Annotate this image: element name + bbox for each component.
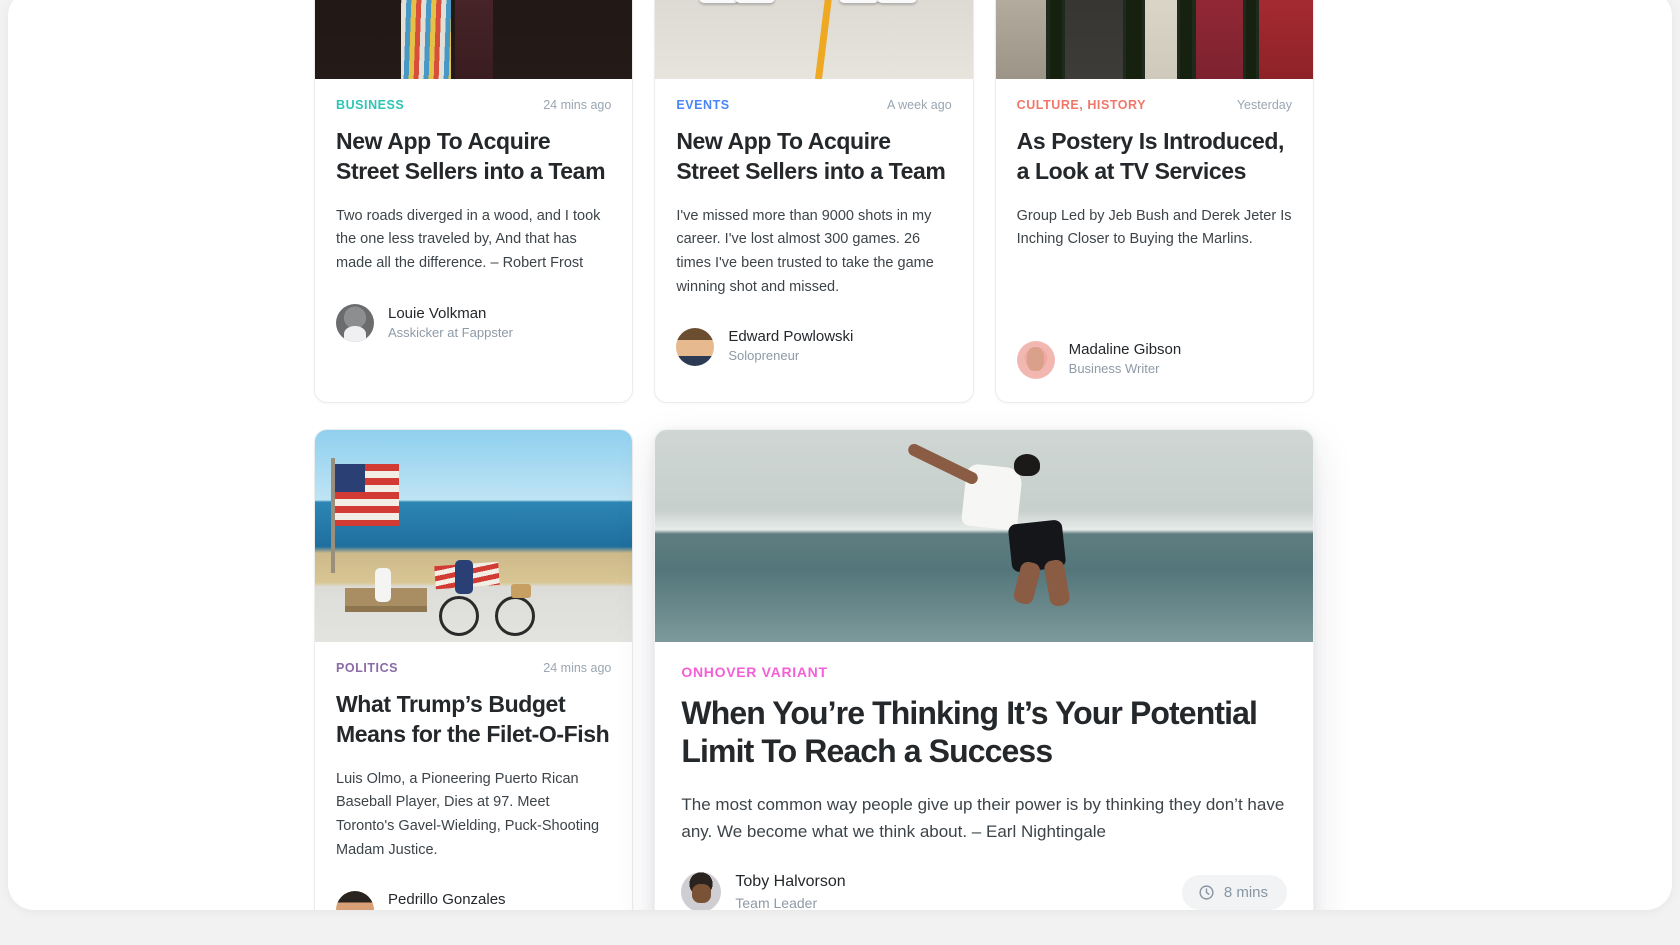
card-meta: POLITICS 24 mins ago <box>336 661 611 675</box>
author-role: Business Writer <box>1068 361 1160 377</box>
flag-canton <box>335 464 365 493</box>
card-meta: BUSINESS 24 mins ago <box>336 98 611 112</box>
author-role: Team Leader <box>735 894 818 910</box>
sneakers-photo <box>655 0 973 79</box>
read-time-badge[interactable]: 8 mins <box>1181 874 1287 910</box>
author-row[interactable]: Pedrillo Gonzales Professional Web Desin… <box>336 882 611 910</box>
avatar-pedrillo-gonzales <box>336 890 374 910</box>
author-role: Solopreneur <box>728 348 800 364</box>
article-card-business[interactable]: BUSINESS 24 mins ago New App To Acquire … <box>314 0 634 404</box>
card-headline[interactable]: As Postery Is Introduced, a Look at TV S… <box>1017 126 1292 187</box>
avatar-toby-halvorson <box>681 872 722 910</box>
article-card-events[interactable]: EVENTS A week ago New App To Acquire Str… <box>654 0 974 404</box>
timestamp: Yesterday <box>1236 98 1292 112</box>
photo-shoe-c <box>839 0 880 3</box>
author-text: Madaline Gibson Business Writer <box>1069 340 1182 379</box>
card-excerpt: Group Led by Jeb Bush and Derek Jeter Is… <box>1016 207 1292 248</box>
author-name: Edward Powlowski <box>728 328 854 346</box>
card-excerpt: The most common way people give up their… <box>681 794 1285 842</box>
surfer-jump-photo <box>655 430 1313 643</box>
avatar-louie-volkman <box>336 304 374 343</box>
author-text: Louie Volkman Asskicker at Fappster <box>388 304 513 343</box>
timestamp: 24 mins ago <box>543 98 612 112</box>
card-body: EVENTS A week ago New App To Acquire Str… <box>655 79 972 389</box>
photo-stripe <box>815 0 833 79</box>
article-card-grid: BUSINESS 24 mins ago New App To Acquire … <box>314 0 1314 910</box>
article-card-onhover-variant[interactable]: ONHOVER VARIANT When You’re Thinking It’… <box>654 429 1314 910</box>
author-row[interactable]: Toby Halvorson Team Leader <box>681 871 846 910</box>
card-row-top: BUSINESS 24 mins ago New App To Acquire … <box>314 0 1314 404</box>
surfer-head <box>1013 454 1040 477</box>
cyclist-figure <box>455 560 473 595</box>
poster-2 <box>1065 0 1123 79</box>
avatar-madaline-gibson <box>1016 340 1055 379</box>
avatar-edward-powlowski <box>676 327 715 366</box>
bench-leg <box>345 606 427 613</box>
flag-beach-photo <box>315 430 633 643</box>
card-body: CULTURE, HISTORY Yesterday As Postery Is… <box>996 79 1313 402</box>
card-headline[interactable]: What Trump’s Budget Means for the Filet-… <box>336 689 611 750</box>
category-label[interactable]: EVENTS <box>676 98 729 112</box>
card-meta: CULTURE, HISTORY Yesterday <box>1017 98 1292 112</box>
street-market-photo <box>315 0 633 79</box>
timestamp: A week ago <box>887 98 952 112</box>
poster-gap-4 <box>1246 0 1256 79</box>
author-text: Edward Powlowski Solopreneur <box>728 327 853 366</box>
author-bar: Toby Halvorson Team Leader 8 mins <box>681 871 1287 910</box>
bike-wheel-front <box>495 596 535 637</box>
author-row[interactable]: Madaline Gibson Business Writer <box>1016 272 1292 402</box>
surfer-arm <box>906 442 981 487</box>
card-body: POLITICS 24 mins ago What Trump’s Budget… <box>315 642 632 910</box>
poster-4 <box>1195 0 1244 79</box>
author-name: Madaline Gibson <box>1068 340 1182 358</box>
card-headline[interactable]: New App To Acquire Street Sellers into a… <box>676 126 951 187</box>
card-meta: EVENTS A week ago <box>676 98 951 112</box>
bike-basket <box>511 584 531 599</box>
photo-shoe-a <box>699 0 740 3</box>
article-card-culture[interactable]: CULTURE, HISTORY Yesterday As Postery Is… <box>994 0 1314 404</box>
card-excerpt: I've missed more than 9000 shots in my c… <box>676 207 934 295</box>
card-meta: ONHOVER VARIANT <box>681 664 1287 680</box>
photo-shoe-b <box>735 0 776 3</box>
poster-gap-1 <box>1049 0 1063 79</box>
page-frame: BUSINESS 24 mins ago New App To Acquire … <box>8 0 1672 910</box>
author-name: Pedrillo Gonzales <box>388 891 506 909</box>
card-excerpt: Two roads diverged in a wood, and I took… <box>336 207 601 271</box>
author-role: Asskicker at Fappster <box>388 324 513 340</box>
article-card-politics[interactable]: POLITICS 24 mins ago What Trump’s Budget… <box>314 429 634 910</box>
author-name: Louie Volkman <box>388 304 487 322</box>
poster-3 <box>1144 0 1177 79</box>
card-body: ONHOVER VARIANT When You’re Thinking It’… <box>655 642 1313 910</box>
author-row[interactable]: Louie Volkman Asskicker at Fappster <box>336 296 611 366</box>
card-headline[interactable]: When You’re Thinking It’s Your Potential… <box>681 694 1287 771</box>
author-row[interactable]: Edward Powlowski Solopreneur <box>676 319 951 389</box>
photo-shoe-d <box>877 0 918 3</box>
poster-gap-2 <box>1125 0 1142 79</box>
category-label[interactable]: POLITICS <box>336 661 398 675</box>
concert-posters-photo <box>995 0 1313 79</box>
category-label[interactable]: ONHOVER VARIANT <box>681 664 827 680</box>
card-body: BUSINESS 24 mins ago New App To Acquire … <box>315 79 632 366</box>
category-label[interactable]: CULTURE, HISTORY <box>1017 98 1146 112</box>
clock-icon <box>1199 885 1214 900</box>
poster-1 <box>995 0 1047 79</box>
read-time-label: 8 mins <box>1223 883 1268 901</box>
category-label[interactable]: BUSINESS <box>336 98 404 112</box>
bike-wheel-rear <box>439 596 479 637</box>
runner-figure <box>375 568 391 603</box>
card-headline[interactable]: New App To Acquire Street Sellers into a… <box>336 126 611 187</box>
surfer-leg-b <box>1042 558 1071 608</box>
author-text: Pedrillo Gonzales Professional Web Desin… <box>388 890 545 910</box>
author-text: Toby Halvorson Team Leader <box>735 871 845 910</box>
poster-gap-3 <box>1179 0 1193 79</box>
timestamp: 24 mins ago <box>543 661 612 676</box>
author-name: Toby Halvorson <box>735 873 846 891</box>
card-row-bottom: POLITICS 24 mins ago What Trump’s Budget… <box>314 429 1314 910</box>
poster-5 <box>1259 0 1313 79</box>
card-excerpt: Luis Olmo, a Pioneering Puerto Rican Bas… <box>336 770 600 858</box>
